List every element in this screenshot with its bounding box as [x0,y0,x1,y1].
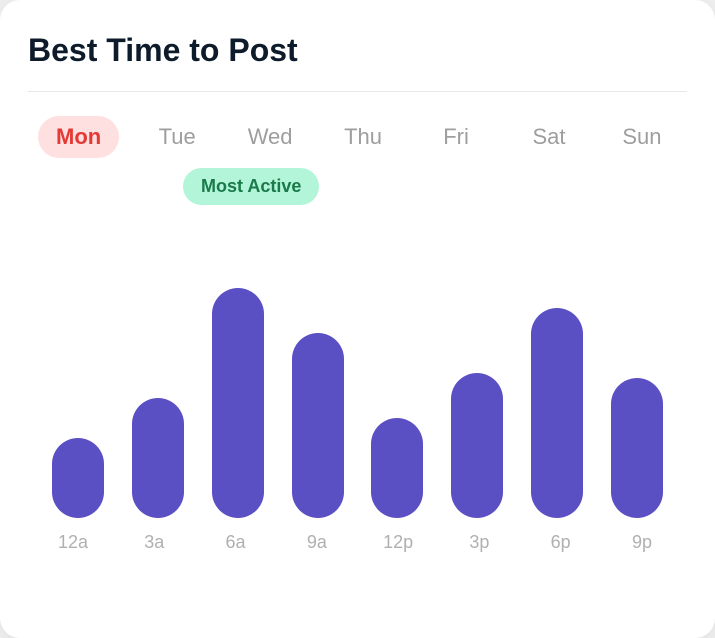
days-row: Mon Tue Wed Thu Fri Sat Sun [28,116,687,158]
bar-wrapper-9p [597,378,677,518]
day-item-mon[interactable]: Mon [38,116,119,158]
time-label-3a: 3a [119,532,189,553]
day-item-sun[interactable]: Sun [607,124,677,150]
time-label-6a: 6a [201,532,271,553]
time-label-12p: 12p [363,532,433,553]
time-labels: 12a 3a 6a 9a 12p 3p 6p 9p [28,518,687,553]
day-item-fri[interactable]: Fri [421,124,491,150]
bar-12a[interactable] [52,438,104,518]
bar-wrapper-3a [118,398,198,518]
bar-3p[interactable] [451,373,503,518]
bar-wrapper-3p [437,373,517,518]
day-item-sat[interactable]: Sat [514,124,584,150]
bars-container [28,178,687,518]
time-label-9a: 9a [282,532,352,553]
day-item-thu[interactable]: Thu [328,124,398,150]
time-label-6p: 6p [526,532,596,553]
bar-6a[interactable] [212,288,264,518]
page-title: Best Time to Post [28,32,687,69]
time-label-3p: 3p [444,532,514,553]
bar-9p[interactable] [611,378,663,518]
time-label-12a: 12a [38,532,108,553]
day-item-tue[interactable]: Tue [142,124,212,150]
bar-3a[interactable] [132,398,184,518]
time-label-9p: 9p [607,532,677,553]
most-active-badge: Most Active [183,168,319,205]
bar-wrapper-6a [198,288,278,518]
chart-area: Most Active 12a3a6a9a12p3p6p9p [28,178,687,610]
bar-wrapper-12a [38,438,118,518]
bar-9a[interactable] [292,333,344,518]
best-time-card: Best Time to Post MonTueWedThuFriSatSun … [0,0,715,638]
divider [28,91,687,92]
bar-wrapper-12p [358,418,438,518]
bar-12p[interactable] [371,418,423,518]
bar-wrapper-9a [278,333,358,518]
day-item-wed[interactable]: Wed [235,124,305,150]
bar-6p[interactable] [531,308,583,518]
bar-wrapper-6p [517,308,597,518]
